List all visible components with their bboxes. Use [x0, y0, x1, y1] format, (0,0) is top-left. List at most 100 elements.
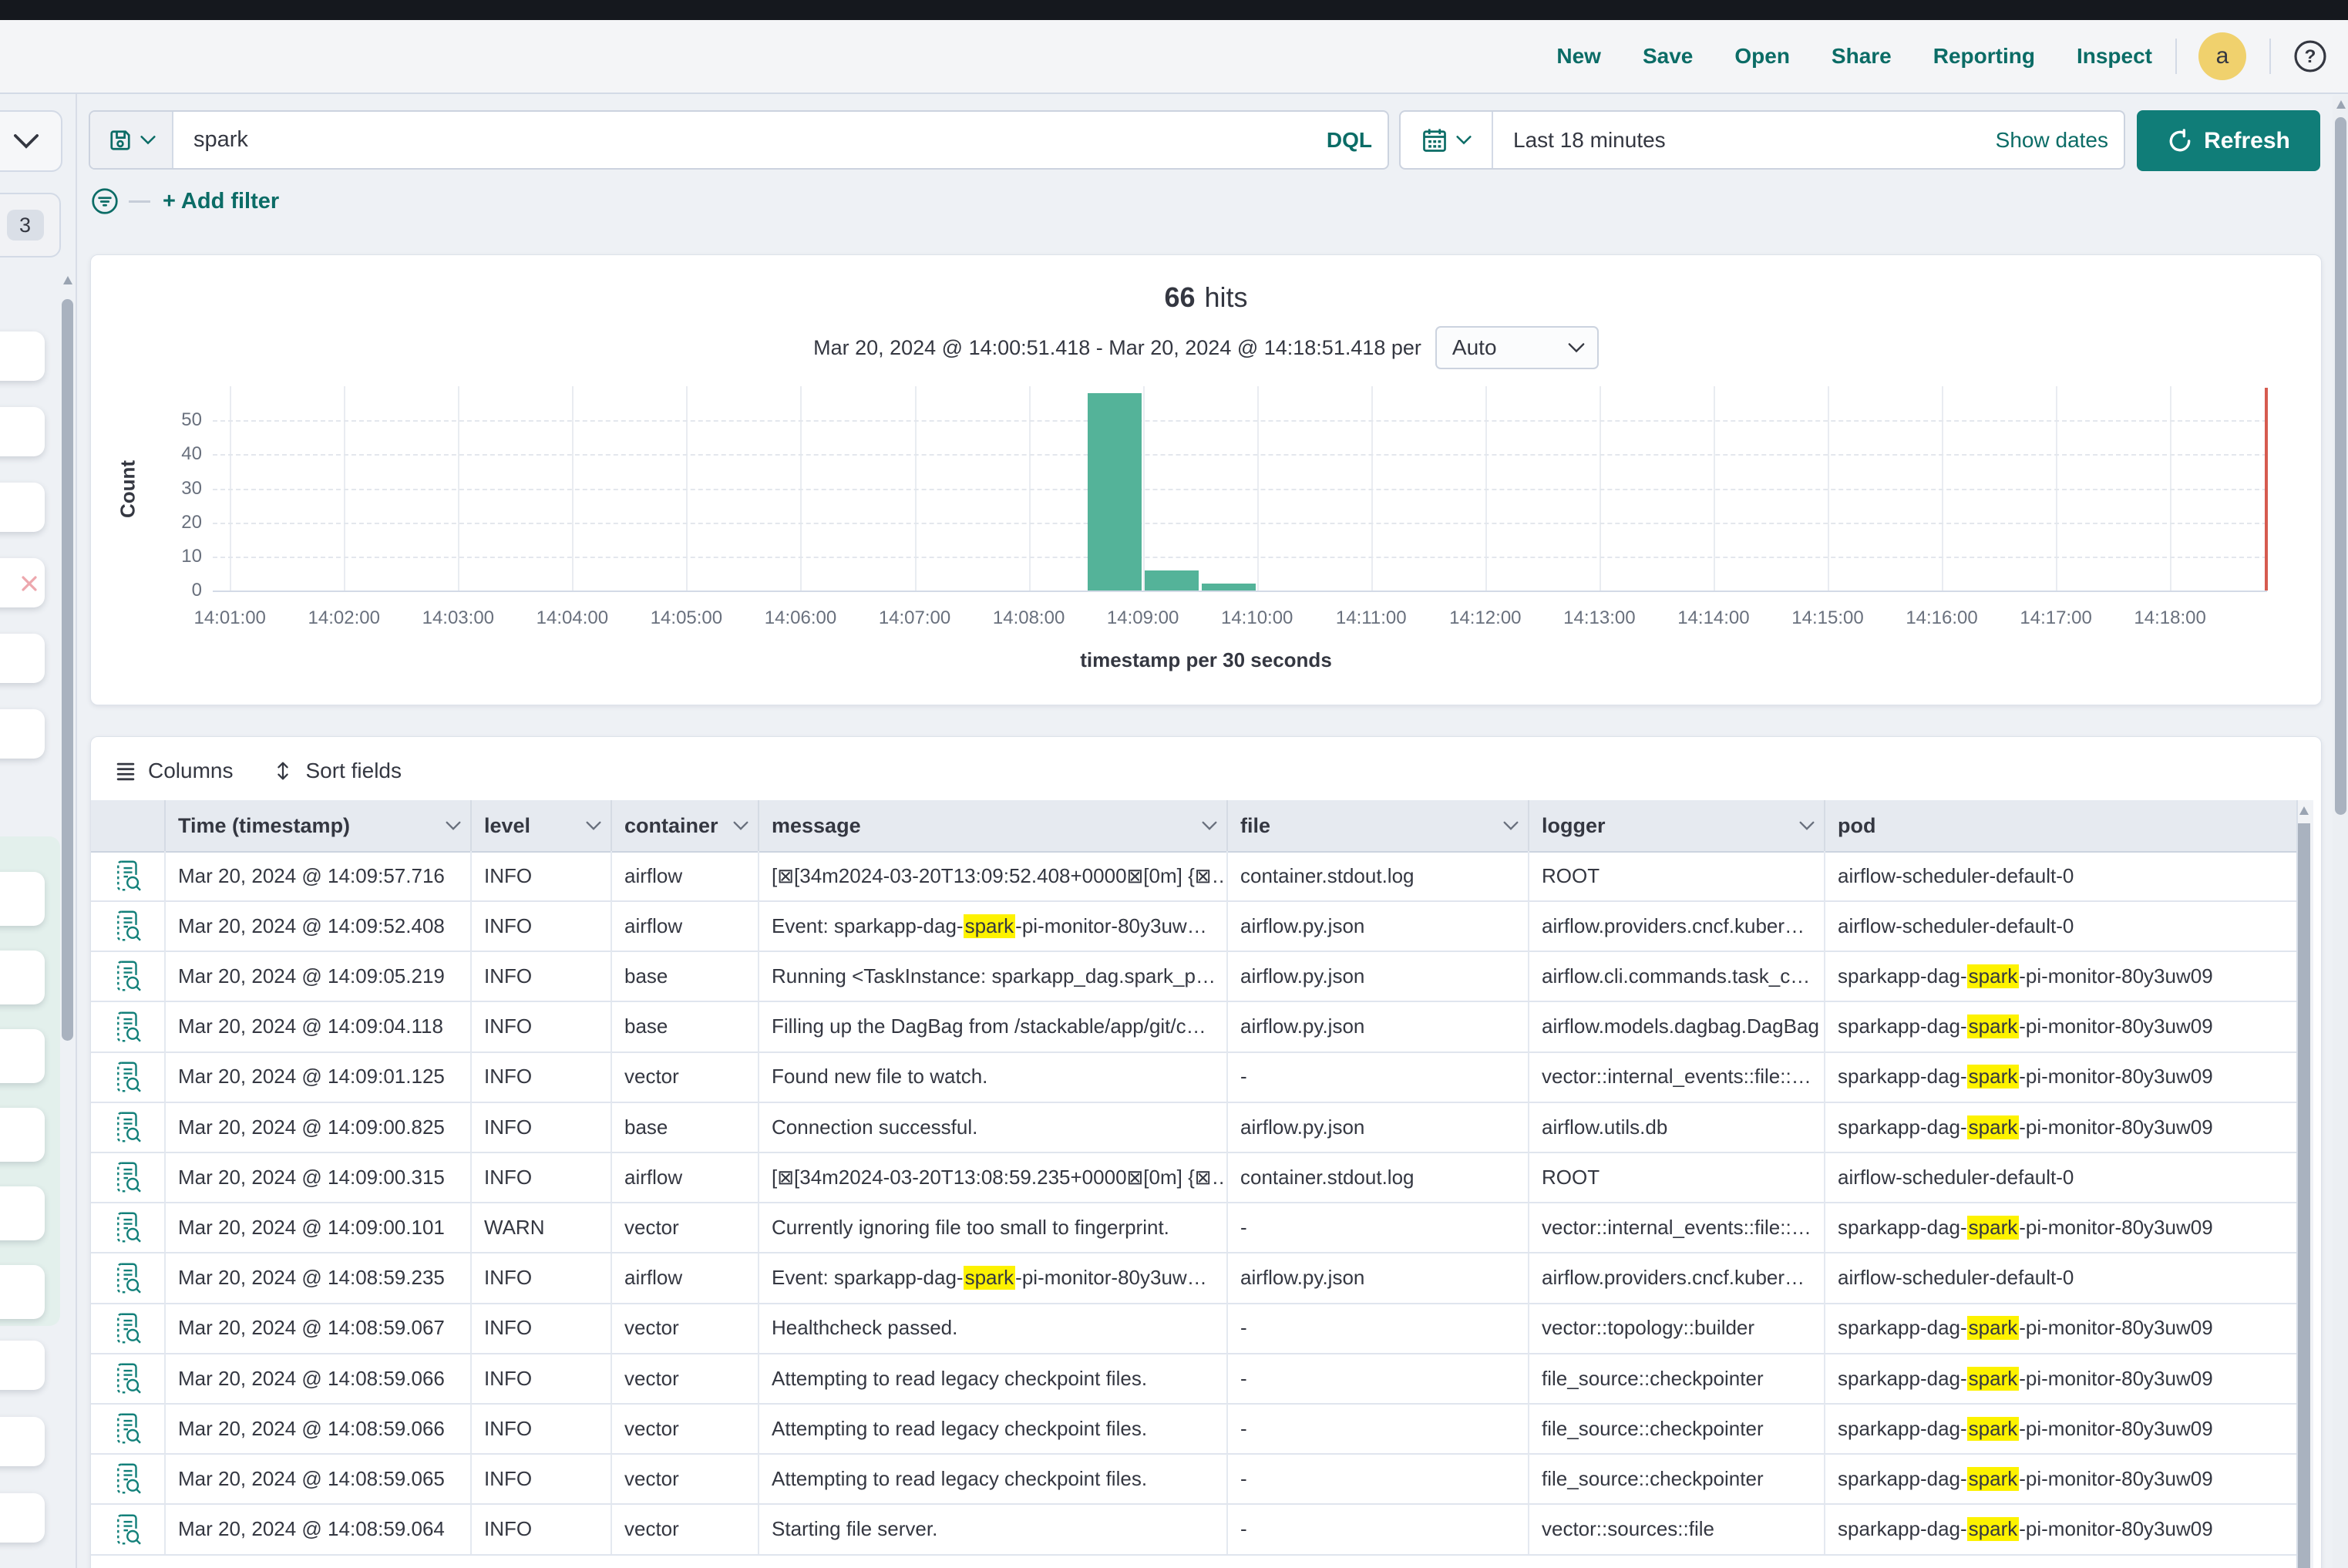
field-pill[interactable] — [0, 1493, 45, 1543]
highlight: spark — [964, 914, 1016, 938]
cell-level: INFO — [470, 1253, 611, 1303]
histogram-panel: 66 hits Mar 20, 2024 @ 14:00:51.418 - Ma… — [90, 254, 2322, 705]
field-pill[interactable] — [0, 558, 45, 607]
cell-container: vector — [611, 1454, 758, 1503]
y-axis-tick-label: 30 — [156, 478, 202, 500]
avatar[interactable]: a — [2198, 32, 2246, 80]
nav-link-save[interactable]: Save — [1643, 44, 1693, 69]
histogram-bar[interactable] — [1202, 584, 1256, 591]
column-header-level[interactable]: level — [470, 800, 611, 851]
show-dates-button[interactable]: Show dates — [1996, 128, 2124, 153]
search-input[interactable]: spark — [173, 127, 1311, 153]
field-pill[interactable] — [0, 407, 45, 456]
field-pill[interactable] — [0, 634, 45, 683]
cell-file: - — [1226, 1203, 1528, 1252]
table-row: Mar 20, 2024 @ 14:08:59.066INFOvectorAtt… — [91, 1404, 2309, 1455]
nav-link-new[interactable]: New — [1556, 44, 1601, 69]
expand-document-icon[interactable] — [91, 1354, 164, 1403]
cell-container: base — [611, 951, 758, 1001]
column-header-file[interactable]: file — [1226, 800, 1528, 851]
chevron-down-icon — [140, 135, 156, 145]
field-pill[interactable] — [0, 1186, 45, 1240]
expand-document-icon[interactable] — [91, 1102, 164, 1152]
scroll-up-arrow-icon[interactable] — [63, 276, 72, 284]
field-pill[interactable] — [0, 1341, 45, 1390]
collapse-sidebar-button[interactable] — [0, 110, 62, 172]
sidebar-scrollbar-thumb[interactable] — [62, 299, 73, 1041]
saved-query-menu-button[interactable] — [90, 112, 173, 168]
cell-message: Connection successful. — [758, 1102, 1226, 1152]
x-axis-title: timestamp per 30 seconds — [91, 648, 2321, 672]
expand-document-icon[interactable] — [91, 901, 164, 951]
quick-select-menu-button[interactable] — [1401, 112, 1493, 168]
expand-document-icon[interactable] — [91, 1152, 164, 1202]
field-pill[interactable] — [0, 1108, 45, 1162]
expand-document-icon[interactable] — [91, 851, 164, 900]
expand-document-icon[interactable] — [91, 1454, 164, 1503]
expand-document-icon[interactable] — [91, 1002, 164, 1052]
expand-document-icon[interactable] — [91, 1203, 164, 1252]
remove-field-icon[interactable] — [20, 574, 39, 593]
field-pill[interactable] — [0, 331, 45, 381]
expand-document-icon[interactable] — [91, 1505, 164, 1554]
expand-document-icon[interactable] — [91, 1304, 164, 1353]
chevron-down-icon[interactable] — [586, 821, 601, 830]
sort-fields-button[interactable]: Sort fields — [271, 759, 402, 783]
time-range-value[interactable]: Last 18 minutes — [1493, 128, 1996, 153]
cell-level: INFO — [470, 1454, 611, 1503]
field-pill[interactable] — [0, 872, 45, 926]
refresh-button[interactable]: Refresh — [2137, 110, 2320, 171]
cell-pod: sparkapp-dag-spark-pi-monitor-80y3uw09 — [1824, 1404, 2309, 1453]
calendar-icon — [1421, 126, 1448, 154]
x-axis-tick-label: 14:04:00 — [526, 607, 618, 629]
cell-time: Mar 20, 2024 @ 14:09:05.219 — [164, 951, 470, 1001]
filter-icon[interactable] — [90, 187, 119, 216]
add-filter-button[interactable]: + Add filter — [163, 189, 279, 214]
nav-link-open[interactable]: Open — [1734, 44, 1790, 69]
nav-link-inspect[interactable]: Inspect — [2077, 44, 2152, 69]
column-header-time[interactable]: Time (timestamp) — [164, 800, 470, 851]
y-axis-tick-label: 50 — [156, 409, 202, 431]
chevron-down-icon[interactable] — [1799, 821, 1815, 830]
column-header-logger[interactable]: logger — [1528, 800, 1824, 851]
field-pill[interactable] — [0, 483, 45, 532]
chevron-down-icon[interactable] — [733, 821, 748, 830]
help-icon[interactable]: ? — [2292, 39, 2328, 74]
expand-document-icon[interactable] — [91, 1052, 164, 1102]
cell-message: [⊠[34m2024-03-20T13:09:52.408+0000⊠[0m] … — [758, 851, 1226, 900]
histogram-bar[interactable] — [1145, 570, 1199, 591]
chevron-down-icon[interactable] — [1202, 821, 1217, 830]
expand-document-icon[interactable] — [91, 1253, 164, 1303]
columns-button[interactable]: Columns — [114, 759, 233, 783]
chevron-down-icon[interactable] — [1503, 821, 1519, 830]
cell-file: - — [1226, 1354, 1528, 1403]
field-pill[interactable] — [0, 1029, 45, 1083]
histogram-bar[interactable] — [1088, 393, 1142, 591]
expand-document-icon[interactable] — [91, 951, 164, 1001]
column-header-message[interactable]: message — [758, 800, 1226, 851]
table-scrollbar-thumb[interactable] — [2298, 823, 2310, 1568]
field-pill[interactable] — [0, 1417, 45, 1466]
nav-link-reporting[interactable]: Reporting — [1933, 44, 2035, 69]
field-pill[interactable] — [0, 709, 45, 759]
field-pill[interactable] — [0, 1265, 45, 1319]
column-header-pod[interactable]: pod — [1824, 800, 2309, 851]
filter-row: + Add filter — [90, 183, 1015, 219]
field-pill[interactable] — [0, 951, 45, 1004]
scroll-up-arrow-icon[interactable] — [2336, 100, 2346, 109]
chevron-down-icon[interactable] — [446, 821, 461, 830]
chevron-down-icon — [13, 133, 39, 149]
cell-logger: ROOT — [1528, 851, 1824, 900]
query-language-button[interactable]: DQL — [1311, 128, 1388, 153]
cell-logger: vector::sources::file — [1528, 1505, 1824, 1554]
column-header-label: pod — [1838, 814, 1875, 838]
scroll-up-arrow-icon[interactable] — [2299, 806, 2309, 815]
expand-document-icon[interactable] — [91, 1404, 164, 1453]
cell-container: vector — [611, 1505, 758, 1554]
cell-logger: airflow.cli.commands.task_c… — [1528, 951, 1824, 1001]
column-header-container[interactable]: container — [611, 800, 758, 851]
cell-container: vector — [611, 1052, 758, 1102]
x-axis-tick-label: 14:02:00 — [298, 607, 390, 629]
page-scrollbar-thumb[interactable] — [2335, 117, 2346, 815]
nav-link-share[interactable]: Share — [1832, 44, 1892, 69]
